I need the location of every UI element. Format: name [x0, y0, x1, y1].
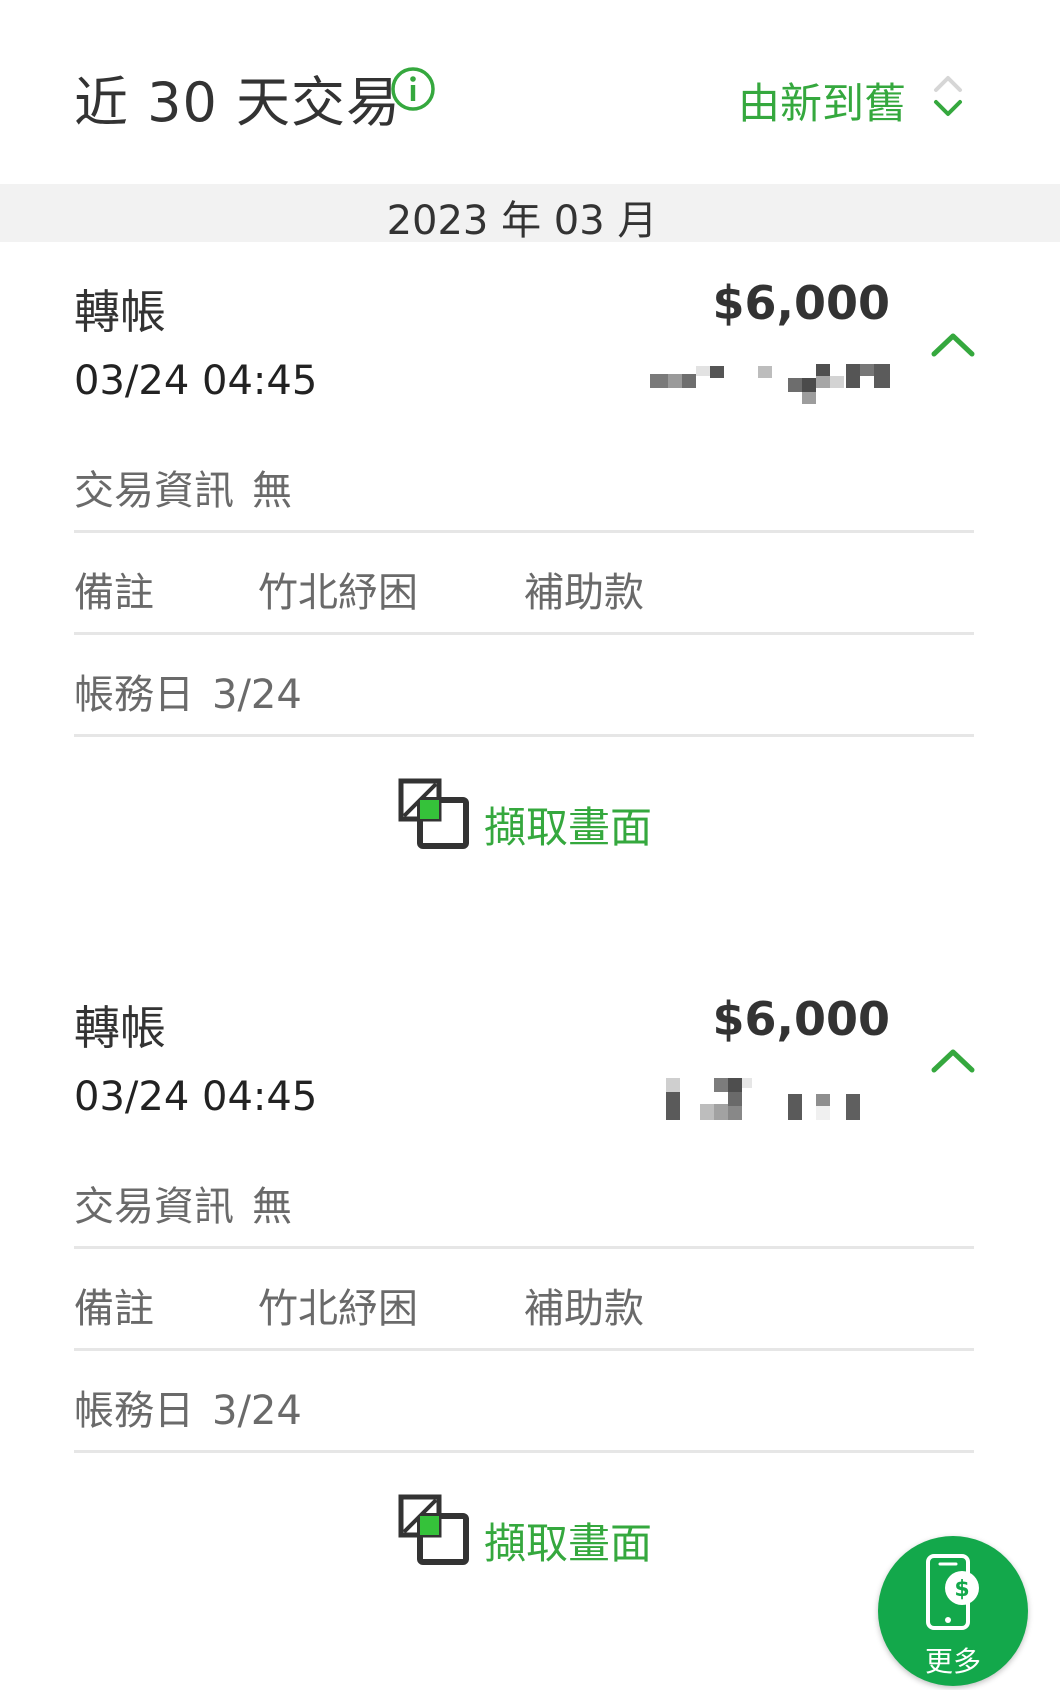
divider: [74, 1450, 974, 1453]
posting-date-value: 3/24: [212, 672, 302, 718]
sort-chevrons-icon[interactable]: [928, 70, 968, 122]
transaction-time: 03/24 04:45: [74, 358, 318, 404]
divider: [74, 632, 974, 635]
phone-dollar-icon: $: [926, 1554, 979, 1630]
note-value-part2: 補助款: [524, 1286, 644, 1332]
note-value-part2: 補助款: [524, 570, 644, 616]
transaction-type: 轉帳: [74, 1001, 166, 1055]
info-label: 交易資訊: [74, 1184, 234, 1230]
note-value-part1: 竹北紓困: [258, 570, 418, 616]
masked-account-pixelated: [666, 1078, 860, 1120]
posting-date-value: 3/24: [212, 1388, 302, 1434]
transaction-amount: $6,000: [712, 992, 890, 1046]
screenshot-label: 擷取畫面: [484, 1519, 653, 1568]
transaction-item: 轉帳 $6,000 03/24 04:45 交易資訊無 備註 竹北紓困 補助款 …: [0, 242, 1060, 862]
divider: [74, 734, 974, 737]
divider: [74, 1348, 974, 1351]
transaction-type: 轉帳: [74, 285, 166, 339]
posting-date-label: 帳務日: [74, 672, 194, 718]
divider: [74, 530, 974, 533]
info-value: 無: [252, 468, 292, 514]
page-title: 近 30 天交易: [74, 71, 402, 134]
transaction-info-row: 交易資訊無: [74, 458, 974, 516]
transaction-time: 03/24 04:45: [74, 1074, 318, 1120]
masked-account-pixelated: [650, 364, 890, 404]
transaction-amount: $6,000: [712, 276, 890, 330]
screenshot-label: 擷取畫面: [484, 803, 653, 852]
note-value-part1: 竹北紓困: [258, 1286, 418, 1332]
month-label: 2023 年 03 月: [386, 198, 658, 244]
transaction-info-row: 交易資訊無: [74, 1174, 974, 1232]
more-fab-button[interactable]: $ 更多: [878, 1536, 1028, 1686]
screenshot-icon: [398, 1494, 469, 1565]
transaction-item: 轉帳 $6,000 03/24 04:45 交易資訊無 備註 竹北紓困 補助款 …: [0, 958, 1060, 1578]
info-label: 交易資訊: [74, 468, 234, 514]
info-value: 無: [252, 1184, 292, 1230]
posting-date-row: 帳務日 3/24: [74, 1378, 974, 1436]
sort-order-button[interactable]: 由新到舊: [738, 70, 906, 131]
info-icon[interactable]: [390, 66, 436, 112]
screenshot-icon: [398, 778, 469, 849]
note-label: 備註: [74, 1286, 154, 1332]
month-header: 2023 年 03 月: [0, 184, 1060, 244]
collapse-chevron-icon[interactable]: [930, 1046, 976, 1076]
divider: [74, 1246, 974, 1249]
posting-date-label: 帳務日: [74, 1388, 194, 1434]
svg-text:$: $: [954, 1577, 969, 1602]
note-label: 備註: [74, 570, 154, 616]
more-label: 更多: [924, 1645, 981, 1678]
header: 近 30 天交易 由新到舊: [0, 0, 1060, 184]
collapse-chevron-icon[interactable]: [930, 330, 976, 360]
posting-date-row: 帳務日 3/24: [74, 662, 974, 720]
